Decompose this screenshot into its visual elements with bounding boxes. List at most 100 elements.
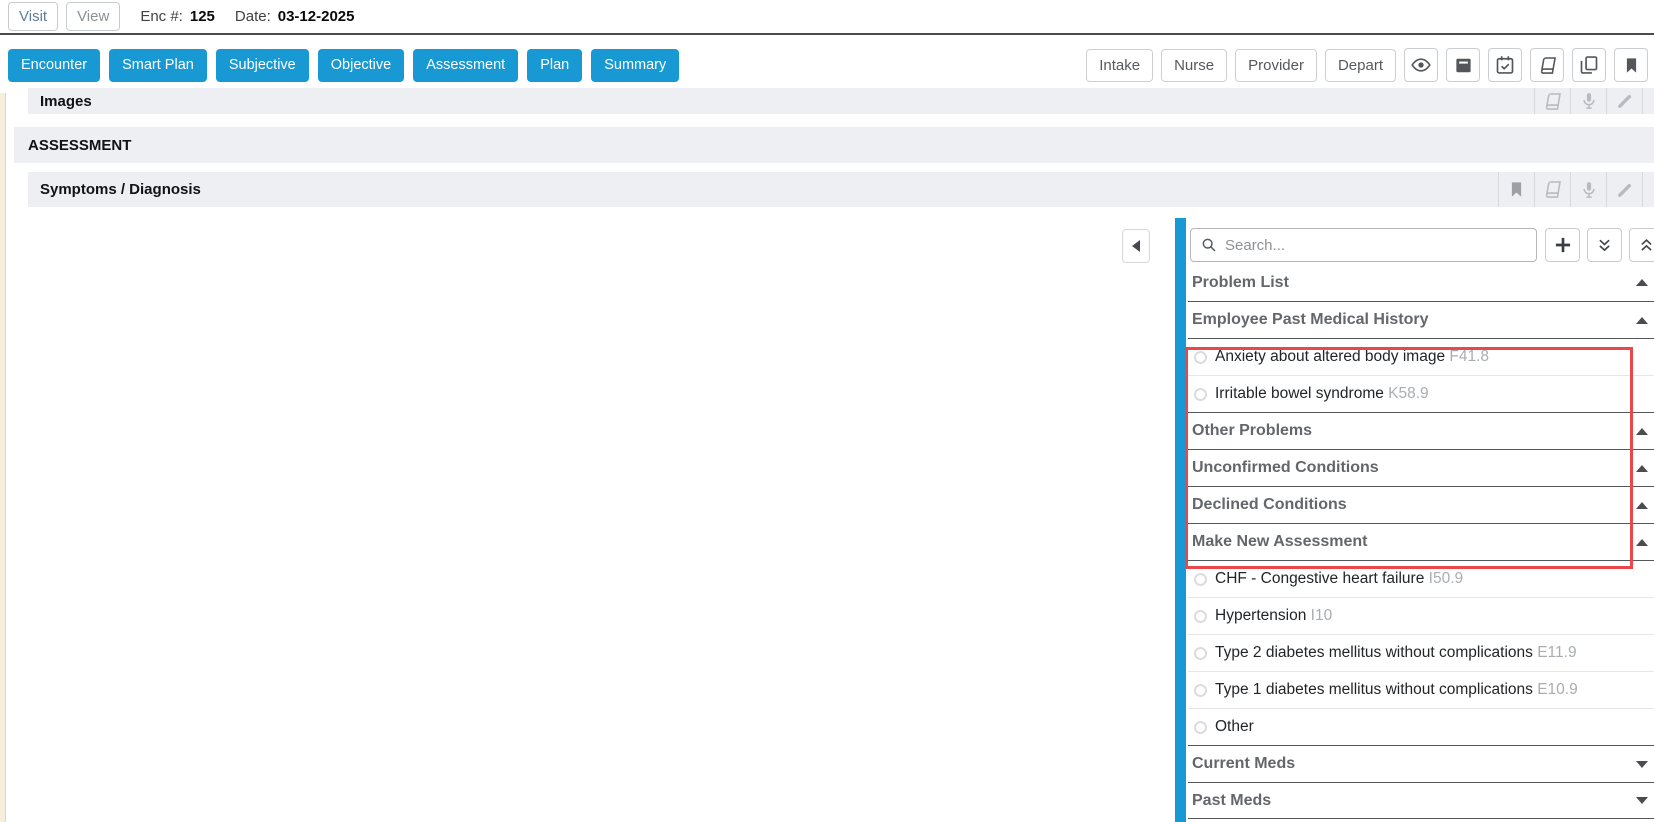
- book-cell[interactable]: [1534, 172, 1570, 207]
- diagnosis-item-hypertension[interactable]: Hypertension I10: [1188, 597, 1654, 634]
- chevron-up-icon[interactable]: [1636, 465, 1648, 472]
- toolbar-right-group: IntakeNurseProviderDepart: [1086, 48, 1648, 82]
- double-chevron-up-icon: [1638, 237, 1654, 254]
- book-icon: [1538, 56, 1557, 75]
- microphone-cell[interactable]: [1570, 88, 1606, 114]
- radio-circle[interactable]: [1194, 610, 1207, 623]
- icd-code: I10: [1311, 607, 1333, 624]
- images-bar-icons: [1534, 88, 1654, 114]
- chevron-up-icon[interactable]: [1636, 428, 1648, 435]
- assessment-section-bar[interactable]: ASSESSMENT: [14, 127, 1654, 163]
- diagnosis-item-type-1-diabetes-mellitus-without-complications[interactable]: Type 1 diabetes mellitus without complic…: [1188, 671, 1654, 708]
- radio-circle[interactable]: [1194, 647, 1207, 660]
- tab-subjective[interactable]: Subjective: [216, 49, 309, 82]
- chevron-up-icon[interactable]: [1636, 539, 1648, 546]
- date-value: 03-12-2025: [278, 8, 355, 25]
- pencil-cell[interactable]: [1606, 88, 1642, 114]
- panel-search-row: [1188, 218, 1654, 264]
- bookmark-icon: [1508, 181, 1525, 198]
- bookmark-button[interactable]: [1614, 48, 1648, 82]
- section-header-current-meds[interactable]: Current Meds: [1188, 745, 1654, 782]
- book-cell[interactable]: [1534, 88, 1570, 114]
- section-header-employee-past-medical-history[interactable]: Employee Past Medical History: [1188, 301, 1654, 338]
- depart-button[interactable]: Depart: [1325, 49, 1396, 82]
- icd-code: E10.9: [1537, 681, 1578, 698]
- icd-code: K58.9: [1388, 385, 1429, 402]
- pencil-icon: [1616, 92, 1634, 110]
- section-header-declined-conditions[interactable]: Declined Conditions: [1188, 486, 1654, 523]
- intake-button[interactable]: Intake: [1086, 49, 1153, 82]
- pencil-icon: [1616, 181, 1634, 199]
- tab-objective[interactable]: Objective: [318, 49, 404, 82]
- double-chevron-down-button[interactable]: [1587, 228, 1622, 262]
- panel-accent-stripe: [1175, 218, 1186, 822]
- chevron-up-icon[interactable]: [1636, 502, 1648, 509]
- icd-code: E11.9: [1537, 644, 1576, 661]
- radio-circle[interactable]: [1194, 684, 1207, 697]
- panel-collapse-button[interactable]: [1122, 229, 1150, 263]
- chevron-left-icon: [1132, 240, 1140, 252]
- tab-summary[interactable]: Summary: [591, 49, 679, 82]
- diagnosis-item-anxiety-about-altered-body-image[interactable]: Anxiety about altered body image F41.8: [1188, 338, 1654, 375]
- nurse-button[interactable]: Nurse: [1161, 49, 1227, 82]
- chevron-down-icon[interactable]: [1636, 761, 1648, 768]
- archive-button[interactable]: [1446, 48, 1480, 82]
- images-section-title: Images: [28, 93, 92, 110]
- item-label: CHF - Congestive heart failure I50.9: [1215, 570, 1463, 588]
- images-section-bar[interactable]: Images: [28, 88, 1654, 114]
- section-header-problem-list[interactable]: Problem List: [1188, 264, 1654, 301]
- radio-circle[interactable]: [1194, 721, 1207, 734]
- diagnosis-item-type-2-diabetes-mellitus-without-complications[interactable]: Type 2 diabetes mellitus without complic…: [1188, 634, 1654, 671]
- item-label: Other: [1215, 718, 1254, 736]
- eye-button[interactable]: [1404, 48, 1438, 82]
- diagnosis-item-other[interactable]: Other: [1188, 708, 1654, 745]
- top-bar: Visit View Enc #: 125 Date: 03-12-2025: [0, 0, 1654, 35]
- search-icon: [1201, 237, 1217, 253]
- diagnosis-item-chf-congestive-heart-failure[interactable]: CHF - Congestive heart failure I50.9: [1188, 560, 1654, 597]
- date-label: Date:: [235, 8, 271, 25]
- tab-assessment[interactable]: Assessment: [413, 49, 518, 82]
- item-label: Type 2 diabetes mellitus without complic…: [1215, 644, 1577, 662]
- radio-circle[interactable]: [1194, 573, 1207, 586]
- diagnosis-item-irritable-bowel-syndrome[interactable]: Irritable bowel syndrome K58.9: [1188, 375, 1654, 412]
- double-chevron-up-button[interactable]: [1629, 228, 1654, 262]
- drag-handle-cell[interactable]: [1642, 88, 1654, 114]
- copy-button[interactable]: [1572, 48, 1606, 82]
- radio-circle[interactable]: [1194, 388, 1207, 401]
- section-header-make-new-assessment[interactable]: Make New Assessment: [1188, 523, 1654, 560]
- section-header-past-meds[interactable]: Past Meds: [1188, 782, 1654, 819]
- bookmark-cell[interactable]: [1498, 172, 1534, 207]
- tab-plan[interactable]: Plan: [527, 49, 582, 82]
- calendar-check-button[interactable]: [1488, 48, 1522, 82]
- section-header-unconfirmed-conditions[interactable]: Unconfirmed Conditions: [1188, 449, 1654, 486]
- pencil-cell[interactable]: [1606, 172, 1642, 207]
- chevron-up-icon[interactable]: [1636, 317, 1648, 324]
- provider-button[interactable]: Provider: [1235, 49, 1317, 82]
- section-label: Problem List: [1192, 274, 1289, 292]
- icd-code: F41.8: [1449, 348, 1489, 365]
- search-box[interactable]: [1190, 228, 1537, 262]
- microphone-icon: [1580, 181, 1598, 199]
- chevron-down-icon[interactable]: [1636, 797, 1648, 804]
- stage-buttons: IntakeNurseProviderDepart: [1086, 49, 1396, 82]
- diagnosis-side-panel: Problem List Employee Past Medical Histor…: [1122, 218, 1654, 822]
- add-icon: [1553, 235, 1573, 255]
- radio-circle[interactable]: [1194, 351, 1207, 364]
- book-button[interactable]: [1530, 48, 1564, 82]
- symptoms-diagnosis-section-bar[interactable]: Symptoms / Diagnosis: [28, 172, 1654, 207]
- add-button[interactable]: [1545, 228, 1580, 262]
- section-header-other-problems[interactable]: Other Problems: [1188, 412, 1654, 449]
- chevron-up-icon[interactable]: [1636, 279, 1648, 286]
- drag-handle-cell[interactable]: [1642, 172, 1654, 207]
- nav-tabs: Encounter Smart Plan Subjective Objective As…: [8, 49, 679, 82]
- search-input[interactable]: [1225, 237, 1526, 254]
- visit-button[interactable]: Visit: [8, 2, 58, 31]
- tab-smart-plan[interactable]: Smart Plan: [109, 49, 207, 82]
- section-label: Unconfirmed Conditions: [1192, 459, 1379, 477]
- book-icon: [1543, 180, 1562, 199]
- tab-encounter[interactable]: Encounter: [8, 49, 100, 82]
- icd-code: I50.9: [1429, 570, 1463, 587]
- microphone-cell[interactable]: [1570, 172, 1606, 207]
- view-button[interactable]: View: [66, 2, 120, 31]
- symptoms-diagnosis-title: Symptoms / Diagnosis: [28, 181, 201, 198]
